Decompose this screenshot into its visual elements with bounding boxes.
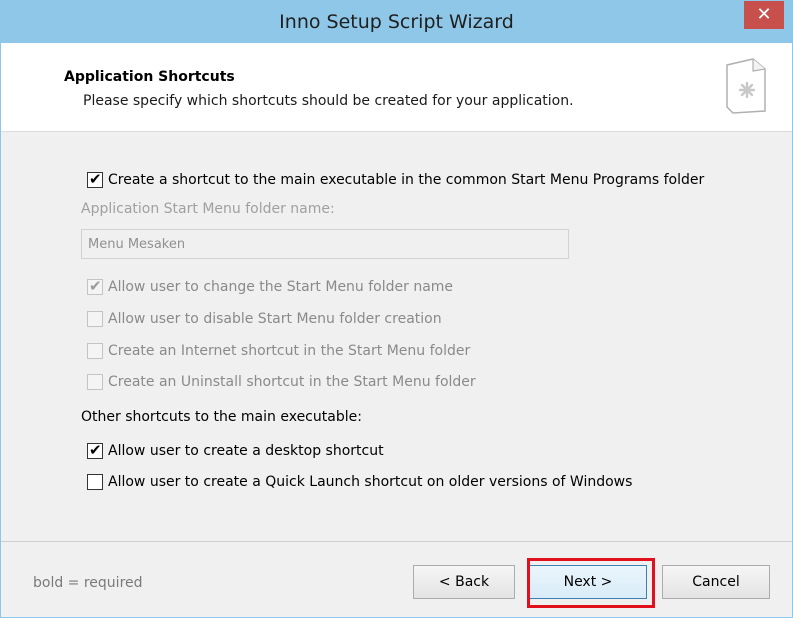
create-main-shortcut-option[interactable]: ✔ Create a shortcut to the main executab… — [87, 170, 705, 188]
checkmark-icon: ✔ — [89, 277, 102, 295]
next-button[interactable]: Next > — [529, 565, 647, 599]
wizard-window: Inno Setup Script Wizard ✕ Application S… — [0, 0, 793, 618]
allow-change-folder-label: Allow user to change the Start Menu fold… — [108, 279, 454, 295]
allow-disable-folder-checkbox[interactable] — [87, 311, 103, 327]
folder-name-input[interactable] — [81, 229, 569, 259]
page-title: Application Shortcuts — [64, 69, 235, 85]
allow-disable-folder-label: Allow user to disable Start Menu folder … — [108, 311, 442, 327]
back-button[interactable]: < Back — [413, 565, 515, 599]
internet-shortcut-option[interactable]: Create an Internet shortcut in the Start… — [87, 343, 470, 359]
document-gear-icon — [726, 58, 766, 114]
wizard-header: Application Shortcuts Please specify whi… — [1, 43, 792, 132]
other-shortcuts-label: Other shortcuts to the main executable: — [81, 409, 362, 425]
uninstall-shortcut-label: Create an Uninstall shortcut in the Star… — [108, 374, 476, 390]
allow-change-folder-option[interactable]: ✔ Allow user to change the Start Menu fo… — [87, 277, 454, 295]
quick-launch-shortcut-checkbox[interactable] — [87, 474, 103, 490]
close-button[interactable]: ✕ — [744, 1, 784, 29]
required-note: bold = required — [33, 575, 143, 591]
desktop-shortcut-label: Allow user to create a desktop shortcut — [108, 443, 384, 459]
desktop-shortcut-option[interactable]: ✔ Allow user to create a desktop shortcu… — [87, 441, 384, 459]
page-subtitle: Please specify which shortcuts should be… — [83, 93, 574, 109]
quick-launch-shortcut-option[interactable]: Allow user to create a Quick Launch shor… — [87, 474, 632, 490]
create-main-shortcut-label: Create a shortcut to the main executable… — [108, 172, 705, 188]
close-icon: ✕ — [756, 4, 772, 25]
folder-name-label: Application Start Menu folder name: — [81, 201, 335, 217]
title-bar[interactable]: Inno Setup Script Wizard ✕ — [1, 1, 792, 43]
create-main-shortcut-checkbox[interactable]: ✔ — [87, 170, 103, 188]
internet-shortcut-label: Create an Internet shortcut in the Start… — [108, 343, 471, 359]
desktop-shortcut-checkbox[interactable]: ✔ — [87, 441, 103, 459]
window-title: Inno Setup Script Wizard — [279, 11, 514, 33]
footer-divider — [1, 541, 792, 542]
uninstall-shortcut-option[interactable]: Create an Uninstall shortcut in the Star… — [87, 374, 476, 390]
checkmark-icon: ✔ — [89, 170, 102, 188]
cancel-button[interactable]: Cancel — [662, 565, 770, 599]
allow-disable-folder-option[interactable]: Allow user to disable Start Menu folder … — [87, 311, 442, 327]
internet-shortcut-checkbox[interactable] — [87, 343, 103, 359]
uninstall-shortcut-checkbox[interactable] — [87, 374, 103, 390]
quick-launch-shortcut-label: Allow user to create a Quick Launch shor… — [108, 474, 633, 490]
allow-change-folder-checkbox[interactable]: ✔ — [87, 277, 103, 295]
checkmark-icon: ✔ — [89, 441, 102, 459]
